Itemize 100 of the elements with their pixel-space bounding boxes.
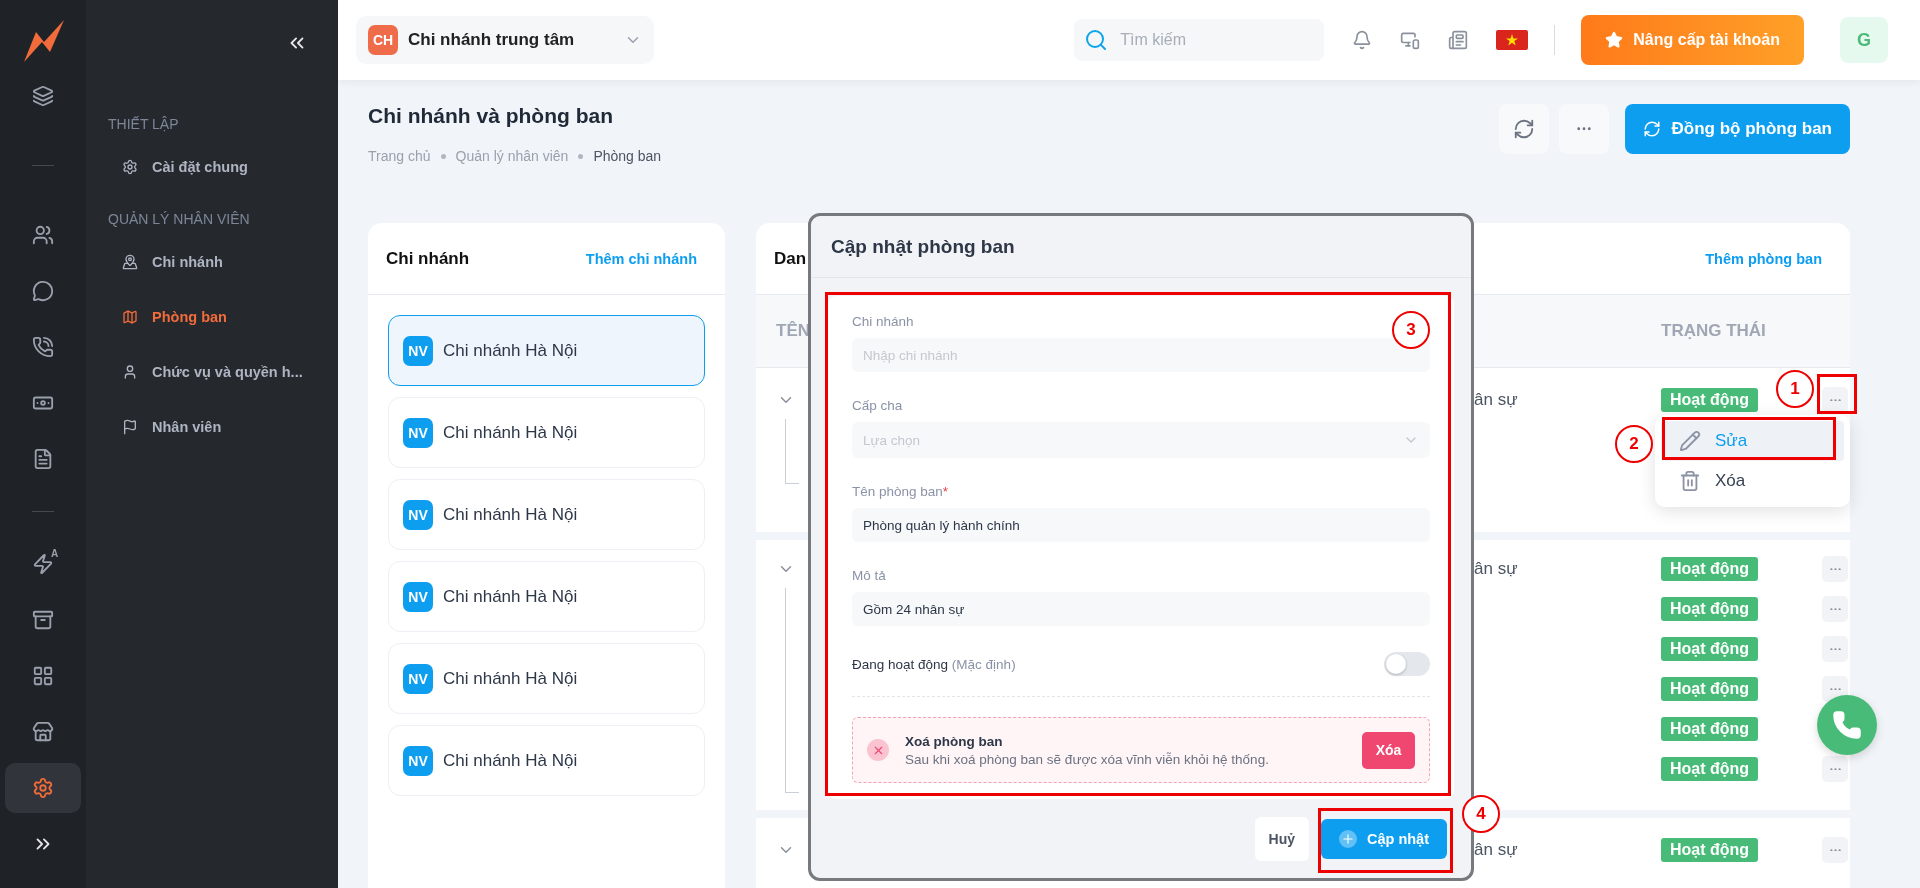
branch-badge: NV — [403, 745, 433, 776]
nav-label: Phòng ban — [152, 309, 227, 325]
branch-name: Chi nhánh Hà Nội — [443, 504, 578, 525]
rail-item[interactable]: A — [5, 539, 81, 589]
branch-select[interactable]: CH Chi nhánh trung tâm — [356, 16, 654, 64]
status-tag: Hoạt động — [1661, 838, 1759, 862]
search-icon — [1084, 28, 1109, 52]
menu-item[interactable]: Xóa — [1661, 461, 1844, 501]
menu-label: Sửa — [1715, 431, 1748, 451]
field-label: Tên phòng ban* — [852, 484, 950, 499]
danger-text: Sau khi xoá phòng ban sẽ được xóa vĩnh viễn khỏi hệ thống. — [905, 751, 1269, 767]
delete-button[interactable]: Xóa — [1362, 731, 1415, 769]
search-field[interactable]: Tìm kiếm — [1074, 19, 1325, 61]
rail-icon — [32, 609, 54, 631]
row-menu-button[interactable] — [1822, 387, 1848, 413]
status-tag: Hoạt động — [1661, 757, 1759, 781]
nav-icon — [122, 419, 138, 435]
rail-icon — [32, 721, 54, 743]
tree-line — [785, 419, 799, 484]
refresh-button[interactable] — [1499, 104, 1550, 154]
branch-badge: NV — [403, 335, 433, 366]
trash-icon — [1679, 470, 1701, 492]
rail-item[interactable] — [5, 763, 81, 813]
dots-icon — [1829, 647, 1841, 651]
nav-item[interactable]: Chi nhánh — [108, 251, 338, 273]
phone-icon — [1832, 710, 1862, 740]
dots-icon — [1829, 767, 1841, 771]
branch-badge: NV — [403, 581, 433, 612]
nav-label: Chi nhánh — [152, 254, 223, 270]
branch-name: Chi nhánh Hà Nội — [443, 422, 578, 443]
rail-icon — [32, 85, 54, 107]
description-text: ân sự — [1473, 559, 1519, 579]
branch-item[interactable]: NV Chi nhánh Hà Nội — [388, 643, 705, 714]
rail-icon — [32, 665, 54, 687]
status-tag: Hoạt động — [1661, 637, 1759, 661]
modal-title: Cập nhật phòng ban — [811, 216, 1471, 278]
dots-icon — [1829, 607, 1841, 611]
branch-item[interactable]: NV Chi nhánh Hà Nội — [388, 397, 705, 468]
status-tag: Hoạt động — [1661, 557, 1759, 581]
rail-icon — [32, 280, 54, 302]
status-tag: Hoạt động — [1661, 717, 1759, 741]
dots-icon — [1829, 687, 1841, 691]
branch-name: Chi nhánh trung tâm — [408, 30, 576, 50]
nav-section-title: THIẾT LẬP — [108, 116, 180, 132]
nav-label: Nhân viên — [152, 419, 222, 435]
branch-badge: NV — [403, 499, 433, 530]
dots-icon — [1577, 127, 1592, 131]
branch-name: Chi nhánh Hà Nội — [443, 586, 578, 607]
toggle-switch[interactable] — [1384, 652, 1430, 676]
branch-item[interactable]: NV Chi nhánh Hà Nội — [388, 725, 705, 796]
card-title: Dan — [774, 248, 807, 269]
page-title: Chi nhánh và phòng ban — [368, 104, 614, 128]
highlight-frame — [1817, 374, 1857, 414]
input-field[interactable]: Phòng quản lý hành chính — [852, 508, 1430, 542]
star-icon — [1605, 31, 1624, 49]
branch-badge: NV — [403, 663, 433, 694]
nav-item[interactable]: Chức vụ và quyền h... — [108, 361, 338, 383]
nav-icon — [122, 364, 138, 380]
superscript-label: A — [51, 548, 59, 559]
close-icon — [867, 739, 889, 761]
nav-icon — [122, 159, 138, 175]
danger-title: Xoá phòng ban — [905, 733, 1004, 749]
branch-item[interactable]: NV Chi nhánh Hà Nội — [388, 315, 705, 386]
phone-button[interactable] — [1817, 695, 1877, 755]
nav-icon — [122, 309, 138, 325]
breadcrumb-item: Phòng ban — [593, 148, 662, 164]
branch-name: Chi nhánh Hà Nội — [443, 750, 578, 771]
input-field[interactable]: Gồm 24 nhân sự — [852, 592, 1430, 626]
rail-icon — [32, 448, 54, 470]
bell-icon[interactable] — [1352, 30, 1373, 50]
cancel-button[interactable]: Huỷ — [1254, 816, 1309, 861]
nav-section-title: QUẢN LÝ NHÂN VIÊN — [108, 211, 251, 227]
nav-label: Cài đặt chung — [152, 159, 248, 175]
flag-icon[interactable] — [1496, 30, 1529, 50]
field-label: Cấp cha — [852, 398, 904, 413]
rail-icon — [32, 777, 54, 799]
nav-item[interactable]: Cài đặt chung — [108, 156, 338, 178]
branch-name: Chi nhánh Hà Nội — [443, 668, 578, 689]
branch-item[interactable]: NV Chi nhánh Hà Nội — [388, 561, 705, 632]
field-label: Mô tả — [852, 568, 887, 583]
nav-item[interactable]: Phòng ban — [108, 306, 338, 328]
nav-item[interactable]: Nhân viên — [108, 416, 338, 438]
dots-icon — [1829, 398, 1841, 402]
column-header: TRẠNG THÁI — [1661, 321, 1766, 341]
card-title: Chi nhánh — [386, 248, 470, 269]
branch-badge: CH — [368, 25, 398, 55]
description-text: ân sự — [1473, 390, 1519, 410]
newspaper-icon[interactable] — [1448, 30, 1469, 50]
status-tag: Hoạt động — [1661, 597, 1759, 621]
dots-icon — [1829, 567, 1841, 571]
branch-item[interactable]: NV Chi nhánh Hà Nội — [388, 479, 705, 550]
description-text: ân sự — [1473, 840, 1519, 860]
refresh-icon — [1643, 120, 1662, 138]
refresh-icon — [1513, 118, 1536, 140]
nav-label: Chức vụ và quyền h... — [152, 364, 303, 380]
nav-icon — [122, 254, 138, 270]
screen-icon[interactable] — [1400, 30, 1421, 50]
rail-icon — [32, 224, 54, 246]
status-tag: Hoạt động — [1661, 677, 1759, 701]
branch-badge: NV — [403, 417, 433, 448]
